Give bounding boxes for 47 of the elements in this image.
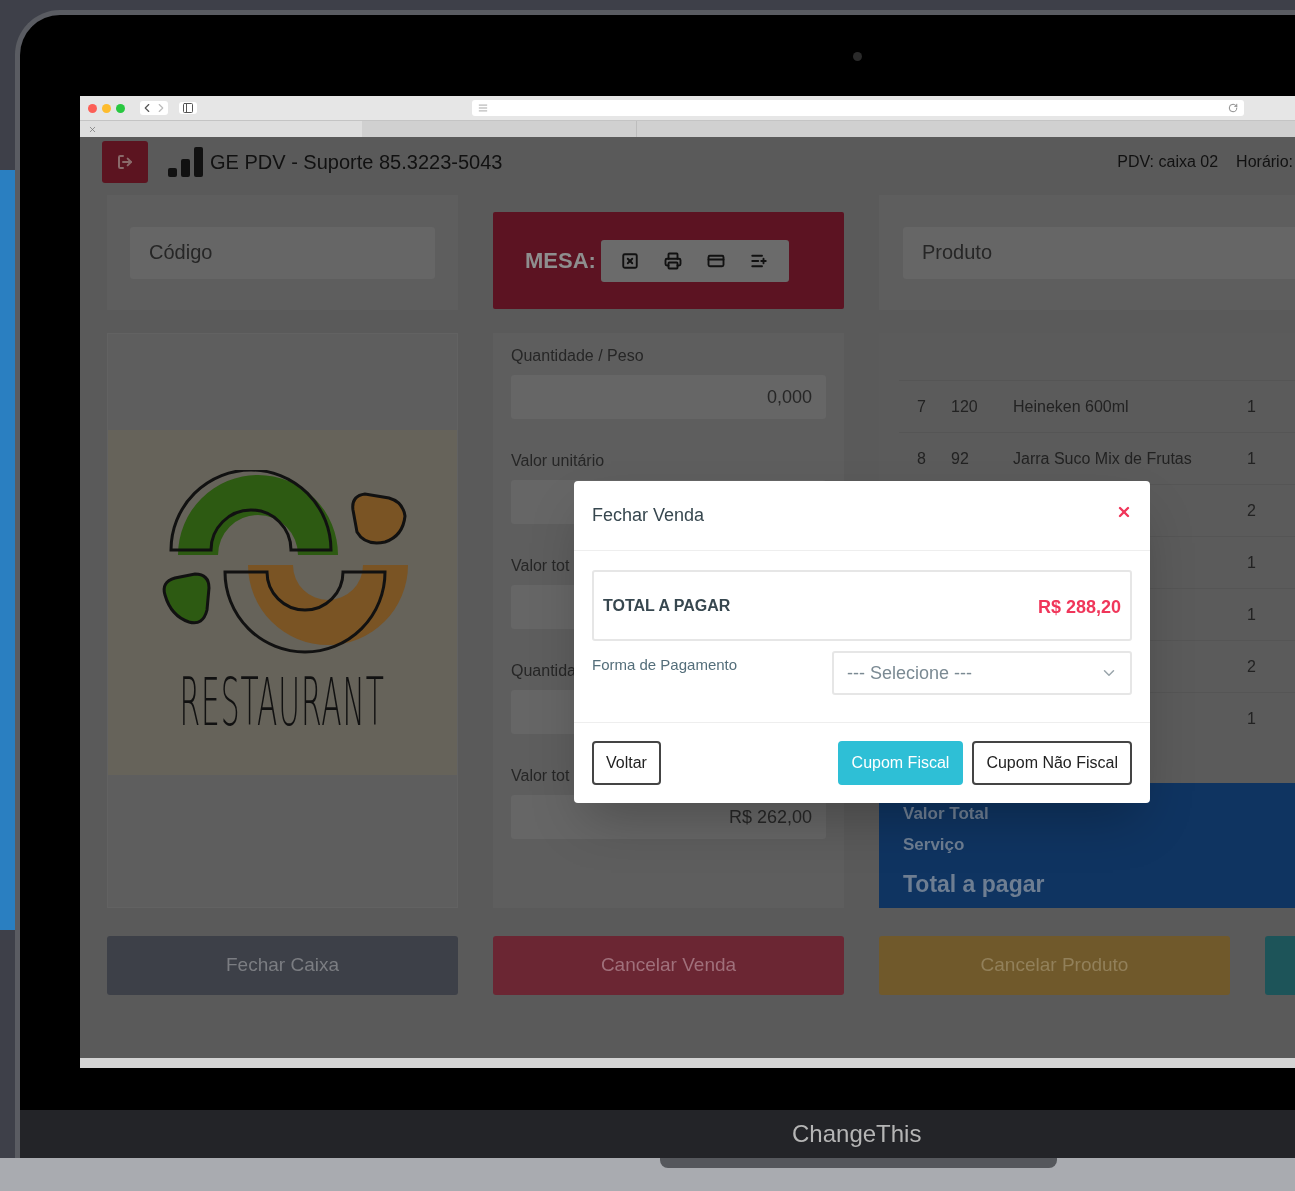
code-field[interactable]: Código (130, 226, 435, 279)
table-cell-text: Jarra Suco Mix de Frutas (1013, 448, 1193, 469)
table-cell-text: 1 (1247, 708, 1257, 729)
sidebar-icon[interactable] (182, 102, 194, 114)
table-cell-text: 1 (1247, 552, 1257, 573)
field-label: Quantida (511, 661, 576, 681)
table-cell-text: 1 (1247, 604, 1257, 625)
table-cell-text: 1 (1247, 448, 1257, 469)
logout-button[interactable] (102, 141, 148, 183)
payment-label: Forma de Pagamento (592, 655, 738, 675)
reader-icon[interactable] (478, 103, 488, 113)
table-cell-text: 8 (916, 448, 927, 469)
totals-label: Valor Total (903, 803, 990, 825)
item-field[interactable]: 0,000 (511, 375, 826, 419)
laptop-label: ChangeThis (792, 1119, 922, 1149)
table-cell-text: 2 (1247, 656, 1257, 677)
printer-icon[interactable] (664, 251, 683, 270)
table-cell-text: 1 (1247, 396, 1257, 417)
totals-label: Total a pagar (903, 870, 1046, 899)
payment-select[interactable]: --- Selecione --- (832, 651, 1132, 695)
reload-icon[interactable] (1228, 103, 1238, 113)
table-cell-text: 120 (951, 396, 979, 417)
table-cell-text: 7 (916, 396, 927, 417)
time-label: Horário: (1236, 152, 1293, 172)
close-square-icon[interactable] (621, 251, 640, 270)
total-label: TOTAL A PAGAR (603, 595, 731, 616)
close-icon[interactable] (88, 124, 97, 134)
total-value: R$ 288,20 (1037, 596, 1121, 619)
table-cell-text: Heineken 600ml (1013, 396, 1130, 417)
field-label: Quantidade / Peso (511, 346, 644, 366)
logout-icon (117, 154, 133, 170)
table-label: MESA: (525, 247, 596, 275)
dialog-title: Fechar Venda (592, 504, 705, 527)
product-field[interactable]: Produto (903, 226, 1295, 279)
dialog-button[interactable]: Voltar (592, 741, 661, 785)
pdv-label: PDV: caixa 02 (1117, 152, 1219, 172)
action-button[interactable]: Cancelar Venda (493, 936, 844, 995)
logo-text: RESTAURANT (179, 670, 386, 736)
totals-label: Serviço (903, 834, 966, 856)
action-button[interactable]: Fechar Caixa (107, 936, 458, 995)
table-cell-text: 2 (1247, 500, 1257, 521)
table-cell-text: 92 (951, 448, 970, 469)
app-title: GE PDV - Suporte 85.3223-5043 (210, 150, 503, 175)
signal-bars-icon (168, 147, 204, 177)
dialog-button[interactable]: Cupom Fiscal (837, 741, 964, 785)
field-label: Valor unitário (511, 451, 605, 471)
dialog-button[interactable]: Cupom Não Fiscal (972, 741, 1132, 785)
